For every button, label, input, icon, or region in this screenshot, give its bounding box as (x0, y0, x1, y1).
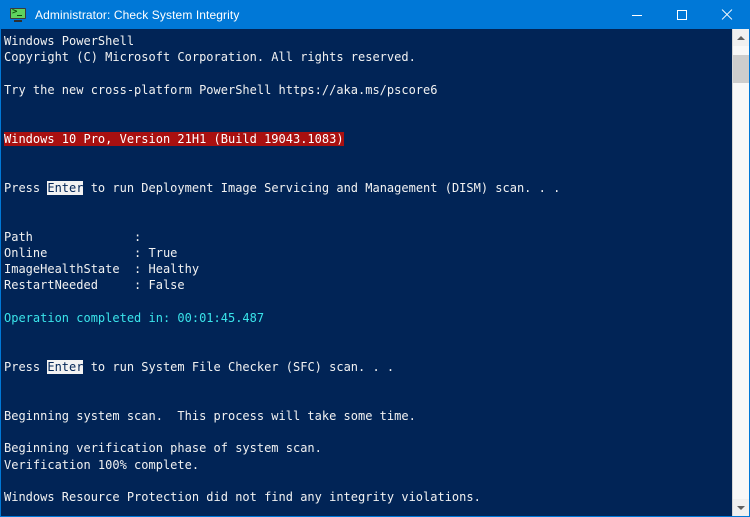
console-text: Verification 100% complete. (4, 457, 200, 472)
console-text: Try the new cross-platform PowerShell ht… (4, 82, 438, 97)
close-icon (721, 9, 733, 21)
console-line: Press Enter to run System File Checker (… (4, 359, 732, 375)
scroll-down-button[interactable] (733, 499, 749, 516)
enter-key-highlight[interactable]: Enter (47, 180, 84, 195)
console-line: Path : (4, 229, 732, 245)
console-line: Beginning verification phase of system s… (4, 440, 732, 456)
console-text: RestartNeeded : False (4, 278, 185, 293)
window-controls (614, 1, 749, 29)
os-version-banner: Windows 10 Pro, Version 21H1 (Build 1904… (4, 131, 344, 146)
maximize-icon (676, 10, 687, 20)
enter-key-highlight[interactable]: Enter (47, 359, 84, 374)
console-text: Copyright (C) Microsoft Corporation. All… (4, 50, 416, 65)
console-line: ImageHealthState : Healthy (4, 261, 732, 277)
console-line: Verification 100% complete. (4, 457, 732, 473)
powershell-window: Administrator: Check System Integrity Wi… (0, 0, 750, 517)
scroll-up-button[interactable] (733, 29, 749, 46)
console-text: to run Deployment Image Servicing and Ma… (83, 180, 561, 195)
console-line: RestartNeeded : False (4, 277, 732, 293)
console-text: to run System File Checker (SFC) scan. .… (83, 359, 395, 374)
scrollbar-track[interactable] (733, 46, 749, 499)
console-line: Press Enter to run Deployment Image Serv… (4, 180, 732, 196)
maximize-button[interactable] (659, 1, 704, 29)
console-text: ImageHealthState : Healthy (4, 262, 200, 277)
minimize-icon (631, 14, 642, 16)
console-line: Operation completed in: 00:01:45.487 (4, 310, 732, 326)
console-line: Windows PowerShell (4, 33, 732, 49)
console-text: Beginning verification phase of system s… (4, 441, 322, 456)
console-output[interactable]: Windows PowerShell Copyright (C) Microsof… (1, 29, 732, 516)
console-text: Press (4, 359, 48, 374)
chevron-down-icon (737, 505, 745, 510)
console-line: Copyright (C) Microsoft Corporation. All… (4, 49, 732, 65)
console-line: Try the new cross-platform PowerShell ht… (4, 82, 732, 98)
console-text: Press (4, 180, 48, 195)
console-text: Operation completed in: 00:01:45.487 (4, 311, 265, 326)
window-title: Administrator: Check System Integrity (35, 8, 240, 22)
console-text: Windows PowerShell (4, 34, 135, 48)
close-button[interactable] (704, 1, 749, 29)
console-text: Windows Resource Protection did not find… (4, 490, 481, 505)
console-text: Online : True (4, 245, 178, 260)
chevron-up-icon (737, 35, 745, 40)
console-text: Beginning system scan. This process will… (4, 408, 416, 423)
console-text: Path : (4, 229, 142, 244)
title-bar[interactable]: Administrator: Check System Integrity (1, 1, 749, 29)
minimize-button[interactable] (614, 1, 659, 29)
console-line: Windows 10 Pro, Version 21H1 (Build 1904… (4, 131, 732, 147)
scrollbar-thumb[interactable] (733, 55, 749, 84)
console-line: Online : True (4, 245, 732, 261)
vertical-scrollbar[interactable] (732, 29, 749, 516)
console-line: Windows Resource Protection did not find… (4, 489, 732, 505)
console-line: Beginning system scan. This process will… (4, 408, 732, 424)
console-area: Windows PowerShell Copyright (C) Microsof… (1, 29, 749, 516)
powershell-console-icon (10, 7, 26, 23)
